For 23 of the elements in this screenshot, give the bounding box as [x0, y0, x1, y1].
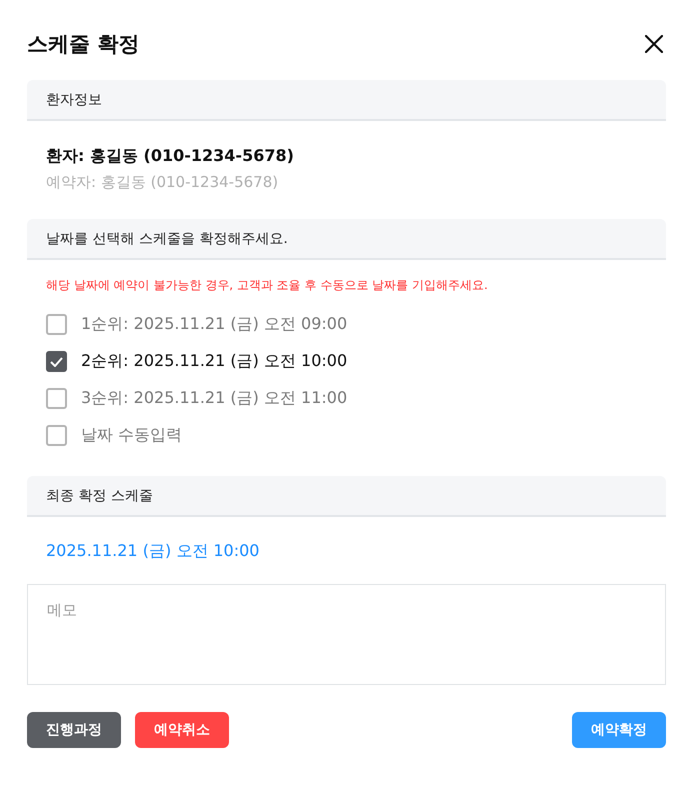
action-button[interactable]: 예약확정 [572, 712, 666, 748]
option-label: 1순위: 2025.11.21 (금) 오전 09:00 [81, 314, 348, 335]
checkbox[interactable] [46, 351, 67, 372]
action-button[interactable]: 진행과정 [27, 712, 121, 748]
section-header: 환자정보 [27, 80, 666, 121]
booker-info: 예약자: 홍길동 (010-1234-5678) [46, 172, 280, 193]
close-button[interactable] [642, 32, 666, 56]
checkbox[interactable] [46, 425, 67, 446]
check-icon [50, 356, 63, 366]
checkbox[interactable] [46, 314, 67, 335]
option-label: 날짜 수동입력 [81, 425, 182, 446]
dialog-title: 스케줄 확정 [27, 31, 140, 58]
patient-info: 환자: 홍길동 (010-1234-5678) [46, 145, 295, 167]
option-label: 2순위: 2025.11.21 (금) 오전 10:00 [81, 351, 348, 372]
close-icon [645, 35, 663, 53]
memo-field[interactable]: 메모 [27, 584, 666, 685]
section-header: 최종 확정 스케줄 [27, 476, 666, 517]
checkbox[interactable] [46, 388, 67, 409]
action-button[interactable]: 예약취소 [135, 712, 229, 748]
final-schedule: 2025.11.21 (금) 오전 10:00 [46, 541, 260, 562]
warning-text: 해당 날짜에 예약이 불가능한 경우, 고객과 조율 후 수동으로 날짜를 기입해주세요. [46, 277, 489, 294]
section-header: 날짜를 선택해 스케줄을 확정해주세요. [27, 219, 666, 260]
option-label: 3순위: 2025.11.21 (금) 오전 11:00 [81, 388, 348, 409]
